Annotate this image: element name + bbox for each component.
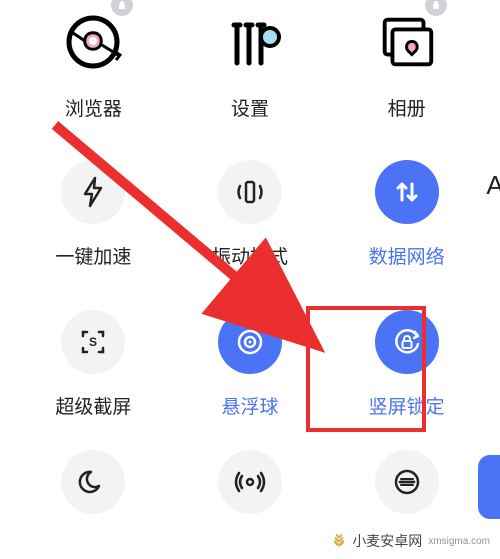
app-gallery[interactable]: 相册	[333, 10, 480, 150]
app-browser[interactable]: 浏览器	[20, 10, 167, 150]
app-browser-label: 浏览器	[65, 94, 122, 121]
browser-icon	[61, 10, 125, 74]
svg-text:S: S	[89, 335, 97, 349]
app-gallery-label: 相册	[388, 94, 426, 121]
boost-icon	[61, 160, 125, 224]
toggle-boost-label: 一键加速	[55, 242, 131, 269]
toggle-data-label: 数据网络	[369, 242, 445, 269]
toggle-screenshot[interactable]: S 超级截屏	[20, 310, 167, 450]
app-settings-label: 设置	[231, 94, 269, 121]
peek-letter: A	[486, 170, 500, 201]
gallery-icon	[375, 10, 439, 74]
toggle-portraitlock[interactable]: 竖屏锁定	[333, 310, 480, 450]
toggle-vibrate[interactable]: 振动模式	[177, 160, 324, 300]
watermark: 小麦安卓网 xmsigma.com	[330, 531, 490, 551]
hotspot-icon	[218, 450, 282, 514]
toggle-data[interactable]: 数据网络	[333, 160, 480, 300]
toggle-boost[interactable]: 一键加速	[20, 160, 167, 300]
moon-icon	[61, 450, 125, 514]
watermark-text: 小麦安卓网	[352, 531, 422, 551]
settings-icon	[218, 10, 282, 74]
portraitlock-icon	[375, 310, 439, 374]
floatball-icon	[218, 310, 282, 374]
data-icon	[375, 160, 439, 224]
toggle-dnd[interactable]	[333, 450, 480, 530]
dnd-icon	[375, 450, 439, 514]
toggle-floatball-label: 悬浮球	[221, 392, 278, 419]
screenshot-icon: S	[61, 310, 125, 374]
toggle-floatball[interactable]: 悬浮球	[177, 310, 324, 450]
lock-badge-icon	[111, 0, 133, 16]
wheat-icon	[330, 532, 348, 550]
watermark-domain: xmsigma.com	[428, 536, 490, 547]
toggle-hotspot[interactable]	[177, 450, 324, 530]
peek-column: A	[460, 170, 500, 201]
app-settings[interactable]: 设置	[177, 10, 324, 150]
peek-indicator	[478, 455, 500, 519]
toggle-vibrate-label: 振动模式	[212, 242, 288, 269]
toggle-portraitlock-label: 竖屏锁定	[369, 392, 445, 419]
toggle-screenshot-label: 超级截屏	[55, 392, 131, 419]
vibrate-icon	[218, 160, 282, 224]
toggle-nightmode[interactable]	[20, 450, 167, 530]
